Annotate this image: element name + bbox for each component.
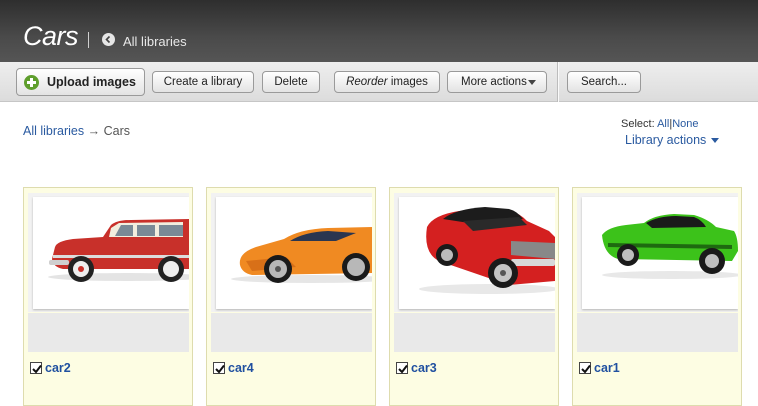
chevron-down-icon	[528, 80, 536, 85]
car-photo	[399, 197, 555, 309]
image-thumbnail[interactable]	[394, 193, 555, 312]
image-card[interactable]: car1	[572, 187, 742, 406]
image-caption-area	[211, 313, 372, 352]
image-card[interactable]: car4	[206, 187, 376, 406]
image-name-link[interactable]: car1	[594, 360, 620, 376]
select-checkbox[interactable]	[30, 362, 42, 374]
image-thumbnail[interactable]	[28, 193, 189, 312]
search-button[interactable]: Search...	[567, 71, 641, 93]
image-card[interactable]: car3	[389, 187, 559, 406]
delete-button[interactable]: Delete	[262, 71, 320, 93]
back-arrow-icon[interactable]	[102, 33, 115, 46]
classic-wagon-image	[48, 219, 189, 282]
app-header: Cars All libraries	[0, 0, 758, 62]
car-photo	[33, 197, 189, 309]
select-checkbox[interactable]	[396, 362, 408, 374]
toolbar-divider	[557, 62, 559, 102]
all-libraries-link[interactable]: All libraries	[123, 34, 187, 50]
breadcrumb-arrow: →	[87, 124, 101, 138]
car-photo	[582, 197, 738, 309]
select-prefix: Select:	[621, 118, 655, 130]
library-actions-menu[interactable]: Library actions	[625, 132, 706, 148]
green-muscle-car-image	[602, 214, 738, 279]
breadcrumb-current: Cars	[103, 124, 131, 138]
car-photo	[216, 197, 372, 309]
reorder-images-button[interactable]: Reorder images	[334, 71, 440, 93]
upload-images-label: Upload images	[47, 75, 136, 89]
image-caption-area	[28, 313, 189, 352]
image-name-link[interactable]: car2	[45, 360, 71, 376]
upload-images-button[interactable]: Upload images	[16, 68, 145, 96]
image-thumbnail[interactable]	[577, 193, 738, 312]
select-checkbox[interactable]	[579, 362, 591, 374]
toolbar: Upload images Create a library Delete Re…	[0, 62, 758, 102]
concept-car-image	[231, 227, 372, 283]
image-name-link[interactable]: car4	[228, 360, 254, 376]
plus-icon	[24, 75, 39, 90]
image-caption-area	[577, 313, 738, 352]
image-card[interactable]: car2	[23, 187, 193, 406]
reorder-suffix: images	[387, 76, 428, 88]
breadcrumb-all-libraries[interactable]: All libraries	[23, 124, 84, 138]
create-library-button[interactable]: Create a library	[152, 71, 254, 93]
select-none-link[interactable]: None	[672, 118, 698, 130]
muscle-car-image	[419, 207, 555, 294]
more-actions-label: More actions	[461, 76, 527, 88]
reorder-word: Reorder	[346, 76, 388, 88]
image-caption-area	[394, 313, 555, 352]
more-actions-button[interactable]: More actions	[447, 71, 547, 93]
breadcrumb: All libraries → Cars	[23, 123, 130, 139]
select-checkbox[interactable]	[213, 362, 225, 374]
select-controls: Select: All|None	[621, 117, 698, 131]
select-all-link[interactable]: All	[657, 118, 669, 130]
image-thumbnail[interactable]	[211, 193, 372, 312]
image-name-link[interactable]: car3	[411, 360, 437, 376]
library-actions-chevron-icon[interactable]	[711, 138, 719, 143]
title-divider	[88, 32, 89, 48]
page-title: Cars	[23, 21, 79, 51]
